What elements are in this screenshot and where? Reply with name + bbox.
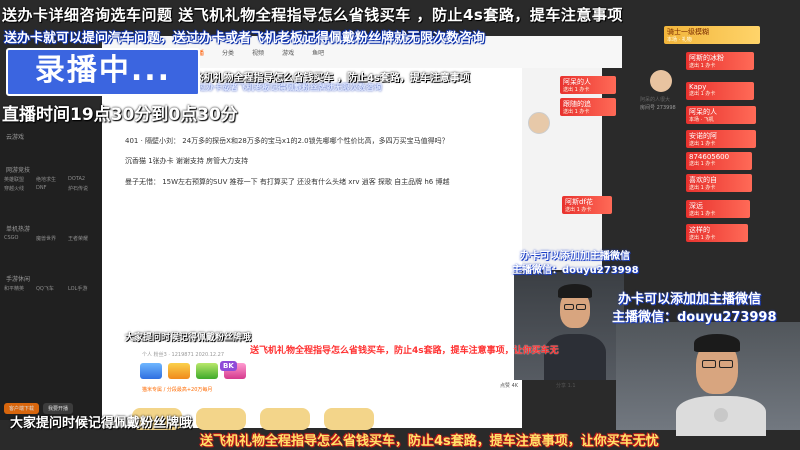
- person-shirt: [544, 334, 606, 380]
- sidebar-game[interactable]: 王者荣耀: [68, 235, 98, 242]
- wechat-id-large: 主播微信：douyu273998: [612, 310, 777, 325]
- sidebar-game[interactable]: 炉石传说: [68, 185, 98, 192]
- nav-item-fishbar[interactable]: 鱼吧: [312, 48, 324, 57]
- gift-notification-user: 骑士一级模糊: [667, 28, 709, 36]
- gift-notification-user: 阿斯df花: [565, 198, 593, 206]
- gift-notification: 阿呆的人 送出 1 办卡: [560, 76, 616, 94]
- sidebar-section-title: 手游休闲: [6, 276, 31, 283]
- gift-icon[interactable]: [196, 363, 218, 379]
- gift-icon[interactable]: [140, 363, 162, 379]
- gift-notification-user: 安诺的阿: [689, 132, 717, 140]
- sidebar-game[interactable]: CSGO: [4, 235, 34, 242]
- gift-notification: 跟随的追 送出 1 办卡: [560, 98, 616, 116]
- person-hair: [694, 334, 740, 352]
- webcam-small: [514, 272, 624, 380]
- sidebar-game-grid: 和平精英 QQ飞车 LOL手游: [0, 285, 102, 292]
- stream-frame: 首页 直播 分类 视频 游戏 鱼吧 云游戏 网游竞技 英雄联盟 绝地求生 DOT…: [0, 0, 800, 450]
- fan-reminder: 大家提问时候记得佩戴粉丝牌哦: [10, 416, 193, 431]
- fan-reminder-small: 大家提问时候记得佩戴粉丝牌哦: [125, 333, 252, 343]
- gift-button[interactable]: [260, 408, 310, 430]
- person-hair: [558, 284, 592, 298]
- sidebar-game[interactable]: 穿越火线: [4, 185, 34, 192]
- glasses: [719, 360, 733, 368]
- red-marquee: 送飞机礼物全程指导怎么省钱买车，防止4s套路，提车注意事项，让你买车无: [250, 346, 559, 356]
- bottom-marquee: 送飞机礼物全程指导怎么省钱买车，防止4s套路，提车注意事项，让你买车无忧: [200, 434, 659, 449]
- sidebar-game[interactable]: DNF: [36, 185, 66, 192]
- chat-message: 曼子无惜： 15W左右预算的SUV 推荐一下 有打算买了 还没有什么头绪 xrv…: [125, 178, 450, 186]
- gift-notification-user: 深远: [689, 202, 703, 210]
- gift-notification-user: 跟随的追: [563, 100, 591, 108]
- chat-message: 沉香猫 1张办卡 谢谢支持 房管大力支持: [125, 157, 249, 165]
- gift-icon[interactable]: [168, 363, 190, 379]
- chat-message: 401 · 隔壁小刘： 24万多的探岳X和28万多的宝马x1的2.0锁先哪哪个性…: [125, 137, 449, 145]
- gift-notification: 深远 送出 1 办卡: [686, 200, 750, 218]
- gift-notification-user: 874605600: [689, 153, 730, 161]
- wechat-note-small: 办卡可以添加加主播微信: [520, 251, 630, 262]
- gift-notification-user: 阿呆的人: [689, 108, 717, 116]
- gift-notification: 阿呆的人 本场 · 飞机: [686, 106, 756, 124]
- gift-notification-detail: 本场 · 飞机: [689, 117, 714, 123]
- nav-item-games[interactable]: 游戏: [282, 48, 294, 57]
- gift-notification-detail: 送出 1 办卡: [689, 63, 716, 69]
- gift-notification: 874605600 送出 1 办卡: [686, 152, 752, 170]
- gift-notification-detail: 送出 1 办卡: [689, 185, 716, 191]
- microphone-icon: [714, 408, 728, 422]
- gift-notification-detail: 送出 1 办卡: [563, 87, 590, 93]
- sidebar-game[interactable]: 英雄联盟: [4, 176, 34, 183]
- gift-notification-column: 骑士一级模糊 本场 · 礼物 阿呆的人 送出 1 办卡 阿斯的冰粉 送出 1 办…: [556, 0, 800, 265]
- share-count: 分享 1.1: [556, 383, 576, 389]
- bk-badge[interactable]: BK: [220, 361, 237, 371]
- sidebar-game[interactable]: 和平精英: [4, 285, 34, 292]
- recording-badge: 录播中...: [6, 48, 200, 96]
- gift-notification-user: 阿斯的冰粉: [689, 54, 724, 62]
- sidebar-game[interactable]: 绝地求生: [36, 176, 66, 183]
- sidebar-game-grid: 英雄联盟 绝地求生 DOTA2 穿越火线 DNF 炉石传说: [0, 176, 102, 192]
- gift-notification: 阿斯的冰粉 送出 1 办卡: [686, 52, 754, 70]
- gift-notification-detail: 送出 1 办卡: [689, 235, 716, 241]
- avatar: [528, 112, 550, 134]
- glasses: [576, 304, 586, 310]
- glasses: [564, 304, 574, 310]
- gift-notification-detail: 送出 1 办卡: [689, 141, 716, 147]
- gift-notification-detail: 本场 · 礼物: [667, 37, 692, 43]
- gift-notification: 骑士一级模糊 本场 · 礼物: [664, 26, 760, 44]
- room-meta: 个人 粉丝3 · 1219871 2020.12.27: [142, 352, 225, 358]
- gift-notification-detail: 送出 1 办卡: [689, 211, 716, 217]
- browser-sidebar: 云游戏 网游竞技 英雄联盟 绝地求生 DOTA2 穿越火线 DNF 炉石传说 单…: [0, 120, 102, 420]
- gift-notification-detail: 送出 1 办卡: [689, 91, 716, 97]
- overlay-top-banner-2: 送办卡就可以提问汽车问题，送过办卡或者飞机老板记得佩戴粉丝牌就无限次数咨询: [4, 31, 486, 46]
- gift-notification: Kapy 送出 1 办卡: [686, 82, 754, 100]
- sidebar-game[interactable]: 魔兽世界: [36, 235, 66, 242]
- wechat-id-small: 主播微信：douyu273998: [512, 265, 639, 276]
- like-count: 点赞 4K: [500, 383, 519, 389]
- gift-notification-user: Kapy: [689, 83, 707, 91]
- gift-notification-detail: 送出 1 办卡: [563, 109, 590, 115]
- gift-notification: 喜欢的自 送出 1 办卡: [686, 174, 752, 192]
- sidebar-game[interactable]: QQ飞车: [36, 285, 66, 292]
- gift-notification: 阿斯df花 送出 1 办卡: [562, 196, 612, 214]
- overlay-top-banner: 送办卡详细咨询选车问题 送飞机礼物全程指导怎么省钱买车 ，防止4s套路，提车注意…: [2, 6, 623, 24]
- gift-notification-detail: 送出 1 办卡: [565, 207, 592, 213]
- subscription-info: 猫米专属 / 分段最高+20万每月: [142, 387, 213, 393]
- gift-button[interactable]: [196, 408, 246, 430]
- gift-notification: 安诺的阿 送出 1 办卡: [686, 130, 756, 148]
- sidebar-game-grid: CSGO 魔兽世界 王者荣耀: [0, 235, 102, 242]
- sidebar-section-title: 网游竞技: [6, 167, 31, 174]
- glasses: [702, 360, 716, 368]
- gift-notification: 这样的 送出 1 办卡: [686, 224, 748, 242]
- gift-notification-user: 喜欢的自: [689, 176, 717, 184]
- sidebar-game[interactable]: DOTA2: [68, 176, 98, 183]
- gift-button[interactable]: [324, 408, 374, 430]
- webcam-large: [616, 322, 800, 436]
- gift-notification-user: 阿呆的人: [563, 78, 591, 86]
- sidebar-section-title: 单机热游: [6, 226, 31, 233]
- nav-item-category[interactable]: 分类: [222, 48, 234, 57]
- gift-notification-user: 这样的: [689, 226, 710, 234]
- nav-item-video[interactable]: 视频: [252, 48, 264, 57]
- wechat-note-large: 办卡可以添加加主播微信: [618, 292, 762, 307]
- sidebar-game[interactable]: LOL手游: [68, 285, 98, 292]
- gift-notification-detail: 送出 1 办卡: [689, 161, 716, 167]
- schedule-text: 直播时间19点30分到0点30分: [2, 105, 238, 125]
